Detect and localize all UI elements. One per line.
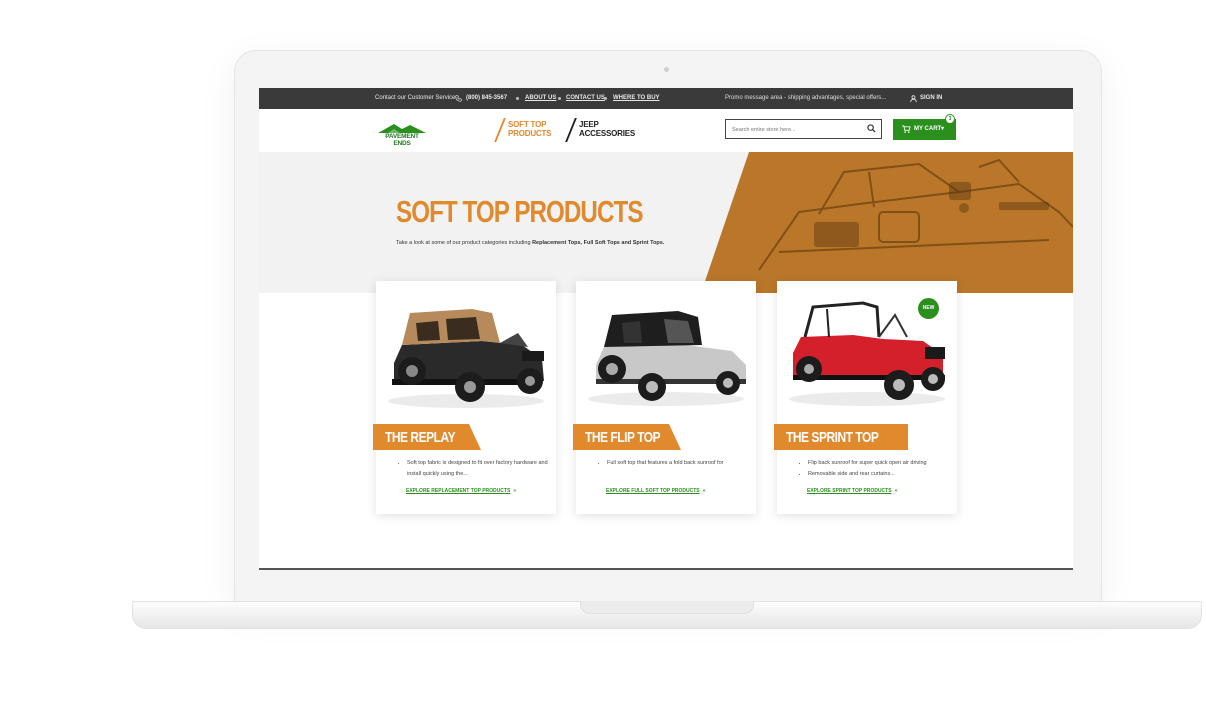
cart-count-badge: 3 <box>945 114 955 124</box>
hero-banner: SOFT TOP PRODUCTS Take a look at some of… <box>259 152 1073 293</box>
top-utility-bar: Contact our Customer Service (800) 845-3… <box>259 88 1073 109</box>
explore-link-label[interactable]: EXPLORE REPLACEMENT TOP PRODUCTS <box>406 488 510 494</box>
feature-item: Full soft top that features a fold back … <box>607 458 755 469</box>
my-cart-button[interactable]: MY CART ▾ 3 <box>893 114 956 140</box>
card-title: THE FLIP TOP <box>585 429 661 446</box>
feature-item: Flip back sunroof for super quick open a… <box>808 458 956 469</box>
user-icon[interactable] <box>910 95 917 103</box>
explore-link-label[interactable]: EXPLORE FULL SOFT TOP PRODUCTS <box>606 488 700 494</box>
explore-link[interactable]: EXPLORE SPRINT TOP PRODUCTS» <box>807 488 897 494</box>
search-input[interactable] <box>730 122 862 137</box>
laptop-notch <box>580 601 754 614</box>
separator-dot <box>558 97 561 100</box>
promo-message: Promo message area - shipping advantages… <box>725 95 887 101</box>
contact-text: Contact our Customer Service <box>375 95 456 101</box>
jeep-tan-top-image <box>388 309 544 408</box>
camera-icon <box>664 67 669 72</box>
jeep-hero-image <box>701 152 1073 293</box>
site-header: PAVEMENT ENDS SOFT TOP PRODUCTS JEEP ACC… <box>259 109 1073 152</box>
product-card-replay: THE REPLAY Soft top fabric is designed t… <box>373 281 556 514</box>
explore-link[interactable]: EXPLORE REPLACEMENT TOP PRODUCTS» <box>406 488 516 494</box>
feature-list: Flip back sunroof for super quick open a… <box>799 458 956 480</box>
phone-icon <box>455 95 462 102</box>
chevron-right-icon: » <box>513 488 517 494</box>
where-to-buy-link[interactable]: WHERE TO BUY <box>613 88 660 109</box>
nav-jeep-accessories[interactable]: JEEP ACCESSORIES <box>579 120 635 138</box>
screen-bottom-edge <box>259 568 1073 570</box>
product-card-sprint-top: NEW THE SPRINT TOP Flip back sunroof for… <box>774 281 957 514</box>
feature-list: Soft top fabric is designed to fit over … <box>398 458 555 480</box>
separator-dot <box>516 97 519 100</box>
hero-description-categories: Replacement Tops, Full Soft Tops and Spr… <box>532 240 665 246</box>
product-card-flip-top: THE FLIP TOP Full soft top that features… <box>573 281 756 514</box>
chevron-down-icon: ▾ <box>941 126 945 132</box>
phone-number[interactable]: (800) 845-3567 <box>466 88 507 109</box>
hero-description: Take a look at some of our product categ… <box>396 240 664 246</box>
cart-label: MY CART <box>914 126 942 132</box>
chevron-right-icon: » <box>702 488 706 494</box>
chevron-right-icon: » <box>894 488 898 494</box>
cart-icon <box>902 125 911 133</box>
logo-text: PAVEMENT ENDS <box>385 133 419 147</box>
feature-item: Soft top fabric is designed to fit over … <box>407 458 555 480</box>
explore-link[interactable]: EXPLORE FULL SOFT TOP PRODUCTS» <box>606 488 705 494</box>
separator-dot <box>604 97 607 100</box>
new-badge: NEW <box>918 298 939 319</box>
search-icon[interactable] <box>867 124 876 133</box>
explore-link-label[interactable]: EXPLORE SPRINT TOP PRODUCTS <box>807 488 892 494</box>
sign-in-link[interactable]: SIGN IN <box>920 88 942 109</box>
card-title: THE REPLAY <box>385 429 456 446</box>
contact-us-link[interactable]: CONTACT US <box>566 88 605 109</box>
feature-list: Full soft top that features a fold back … <box>598 458 755 469</box>
nav-soft-top-products[interactable]: SOFT TOP PRODUCTS <box>508 120 551 138</box>
jeep-black-top-image <box>588 311 746 406</box>
about-us-link[interactable]: ABOUT US <box>525 88 556 109</box>
search-box <box>725 119 882 139</box>
card-title: THE SPRINT TOP <box>786 429 879 446</box>
laptop-screen: Contact our Customer Service (800) 845-3… <box>259 88 1073 570</box>
nav-divider <box>565 118 577 142</box>
page-title: SOFT TOP PRODUCTS <box>396 194 643 229</box>
nav-divider <box>494 118 506 142</box>
hero-description-text: Take a look at some of our product categ… <box>396 240 533 246</box>
feature-item: Removable side and rear curtains... <box>808 469 956 480</box>
